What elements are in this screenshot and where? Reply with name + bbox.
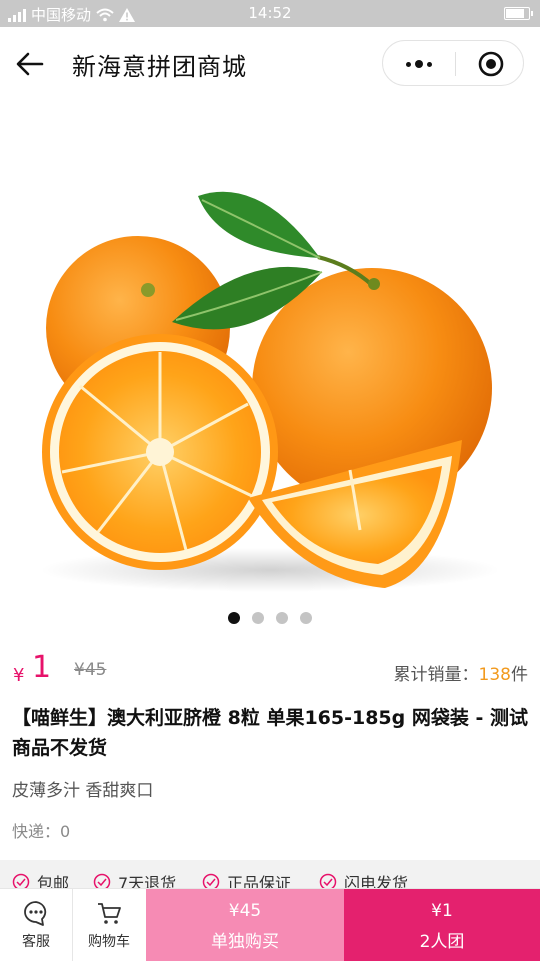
group-button-price: ¥1 bbox=[431, 901, 453, 921]
page-title: 新海意拼团商城 bbox=[72, 53, 247, 81]
more-button[interactable] bbox=[401, 51, 437, 77]
pagination-dot[interactable] bbox=[228, 612, 240, 624]
buy-alone-button[interactable]: ¥45 单独购买 bbox=[146, 889, 344, 961]
close-target-icon[interactable] bbox=[478, 51, 504, 77]
shopping-cart-icon bbox=[98, 902, 121, 924]
status-time: 14:52 bbox=[248, 4, 292, 22]
sales-unit: 件 bbox=[511, 665, 528, 685]
group-price: 1 bbox=[32, 650, 52, 685]
product-subtitle: 皮薄多汁 香甜爽口 bbox=[12, 781, 154, 801]
cart-button[interactable]: 购物车 bbox=[73, 889, 145, 961]
solo-price: ¥45 bbox=[228, 901, 262, 921]
bottom-action-bar: 客服 购物车 ¥45 单独购买 ¥1 2人团 bbox=[0, 888, 540, 961]
chat-icon bbox=[24, 900, 47, 926]
battery-icon bbox=[504, 7, 533, 20]
nav-bar: 新海意拼团商城 bbox=[0, 27, 540, 100]
shipping-fee: 快递：0 bbox=[12, 822, 71, 841]
pagination-dot[interactable] bbox=[300, 612, 312, 624]
back-arrow-icon bbox=[16, 52, 44, 76]
group-buy-button[interactable]: ¥1 2人团 bbox=[344, 889, 540, 961]
group-button-label: 2人团 bbox=[419, 932, 465, 952]
sales-label: 累计销量： bbox=[393, 665, 479, 685]
pagination-dot[interactable] bbox=[252, 612, 264, 624]
pagination-dot[interactable] bbox=[276, 612, 288, 624]
original-price: ¥45 bbox=[74, 660, 107, 680]
customer-service-label: 客服 bbox=[22, 933, 50, 950]
sales-count: 累计销量：138件 bbox=[394, 660, 528, 685]
product-title: 【喵鲜生】澳大利亚脐橙 8粒 单果165-185g 网袋装 - 测试商品不发货 bbox=[12, 707, 528, 759]
gallery-pagination bbox=[0, 612, 540, 624]
capsule-divider bbox=[455, 52, 456, 76]
oranges-illustration bbox=[40, 191, 500, 592]
back-button[interactable] bbox=[16, 47, 56, 81]
cart-label: 购物车 bbox=[88, 933, 130, 950]
status-bar: 中国移动 14:52 bbox=[0, 0, 540, 27]
more-dots-icon bbox=[406, 61, 411, 67]
mini-program-capsule bbox=[382, 40, 524, 86]
sales-number: 138 bbox=[478, 665, 511, 685]
currency-symbol: ¥ bbox=[13, 665, 25, 686]
customer-service-button[interactable]: 客服 bbox=[0, 889, 72, 961]
product-image[interactable] bbox=[0, 100, 540, 630]
solo-label: 单独购买 bbox=[211, 932, 279, 952]
price-row: ¥ 1 ¥45 累计销量：138件 bbox=[0, 650, 540, 690]
